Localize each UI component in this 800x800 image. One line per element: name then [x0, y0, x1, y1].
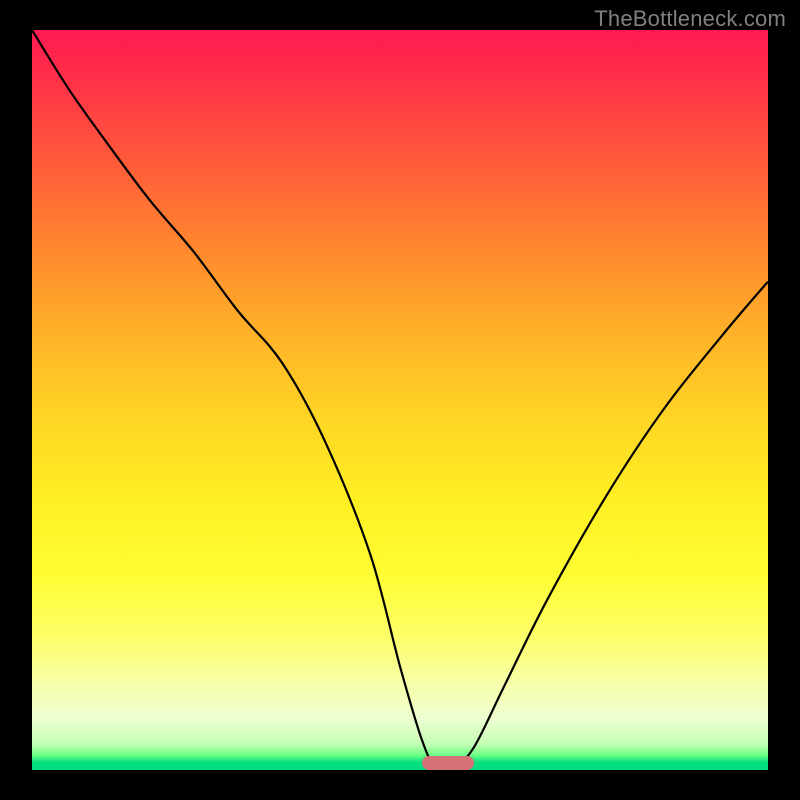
watermark-text: TheBottleneck.com — [594, 6, 786, 32]
valley-marker — [422, 756, 474, 770]
plot-area — [32, 30, 768, 770]
bottleneck-curve — [32, 30, 768, 770]
chart-frame: TheBottleneck.com — [0, 0, 800, 800]
